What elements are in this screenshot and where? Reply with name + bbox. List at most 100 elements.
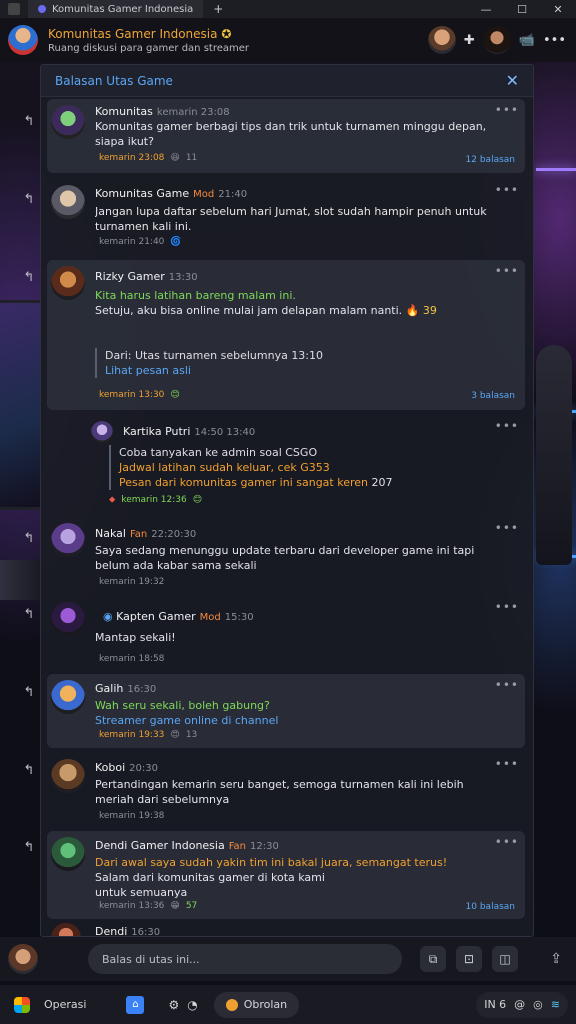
- settings-icon[interactable]: ⚙: [168, 998, 179, 1012]
- message-item[interactable]: Kartika Putri 14:50 13:40 Coba tanyakan k…: [47, 415, 525, 515]
- start-menu-icon[interactable]: [14, 996, 30, 1013]
- current-user-avatar[interactable]: [8, 944, 38, 974]
- quote-link[interactable]: Lihat pesan asli: [105, 363, 511, 378]
- reply-count[interactable]: 10 balasan: [466, 902, 515, 912]
- quote-line: Pesan dari komunitas gamer ini sangat ke…: [119, 475, 511, 490]
- message-item[interactable]: Nakal Fan 22:20:30 Saya sedang menunggu up…: [47, 517, 525, 593]
- reaction-emoji-icon[interactable]: 🌀: [170, 237, 181, 247]
- new-tab-button[interactable]: +: [213, 2, 223, 16]
- window-tab[interactable]: Komunitas Gamer Indonesia: [28, 0, 204, 18]
- sticker-icon[interactable]: ◫: [492, 946, 518, 972]
- video-call-icon[interactable]: 📹: [519, 33, 535, 48]
- message-item[interactable]: Galih 16:30 Wah seru sekali, boleh gabung…: [47, 674, 525, 748]
- message-line: Pertandingan kemarin seru banget, semoga…: [95, 778, 464, 791]
- message-item[interactable]: Dendi Gamer Indonesia Fan 12:30 Dari awal …: [47, 831, 525, 919]
- reply-count[interactable]: 12 balasan: [466, 155, 515, 165]
- reply-arrow-icon[interactable]: ↰: [18, 114, 40, 136]
- user-avatar[interactable]: [51, 759, 85, 793]
- volume-icon[interactable]: ◎: [533, 998, 543, 1011]
- reply-arrow-icon[interactable]: ↰: [18, 607, 40, 629]
- message-more-icon[interactable]: •••: [495, 183, 519, 197]
- group-avatar[interactable]: [8, 25, 38, 55]
- gif-icon[interactable]: ⊡: [456, 946, 482, 972]
- close-window-button[interactable]: ✕: [540, 3, 576, 16]
- user-avatar[interactable]: [51, 523, 85, 557]
- quoted-message[interactable]: Coba tanyakan ke admin soal CSGO Jadwal …: [109, 445, 511, 490]
- user-avatar[interactable]: [51, 837, 85, 871]
- user-avatar[interactable]: [51, 185, 85, 219]
- message-composer: Balas di utas ini... ⧉ ⊡ ◫ ⇪: [0, 937, 576, 981]
- maximize-button[interactable]: ☐: [504, 3, 540, 16]
- attach-icon[interactable]: ⧉: [420, 946, 446, 972]
- reply-arrow-icon[interactable]: ↰: [18, 192, 40, 214]
- author-name: Rizky Gamer: [95, 270, 165, 283]
- reaction-emoji-icon[interactable]: 😁: [170, 901, 179, 911]
- system-tray[interactable]: IN 6 @ ◎ ≋: [476, 991, 568, 1018]
- reply-arrow-icon[interactable]: ↰: [18, 270, 40, 292]
- more-options-icon[interactable]: •••: [543, 33, 566, 48]
- message-more-icon[interactable]: •••: [495, 600, 519, 614]
- user-avatar[interactable]: [51, 602, 85, 636]
- quote-line: Coba tanyakan ke admin soal CSGO: [119, 446, 318, 459]
- author-name: Galih: [95, 682, 124, 695]
- chat-app-taskbar-button[interactable]: Obrolan: [213, 991, 300, 1018]
- reply-arrow-icon[interactable]: ↰: [18, 763, 40, 785]
- reply-count[interactable]: 3 balasan: [471, 391, 515, 401]
- quoted-message[interactable]: Dari: Utas turnamen sebelumnya 13:10 Lih…: [95, 348, 511, 378]
- message-more-icon[interactable]: •••: [495, 757, 519, 771]
- reaction-count: 11: [185, 153, 198, 163]
- author-name: Nakal: [95, 527, 126, 540]
- reply-arrow-icon[interactable]: ↰: [18, 531, 40, 553]
- os-taskbar: Operasi ⌂ ⚙ ◔ Obrolan IN 6 @ ◎ ≋: [0, 985, 576, 1024]
- reply-input[interactable]: Balas di utas ini...: [88, 944, 402, 974]
- notification-icon[interactable]: @: [514, 998, 525, 1011]
- home-app-icon[interactable]: ⌂: [126, 995, 145, 1014]
- message-time: 12:30: [250, 841, 279, 852]
- reaction-count: 13: [185, 730, 198, 740]
- message-more-icon[interactable]: •••: [495, 264, 519, 278]
- message-item[interactable]: Komunitas kemarin 23:08 Komunitas gamer b…: [47, 99, 525, 173]
- reaction-emoji-icon[interactable]: 😊: [193, 495, 202, 505]
- background-neon-strip: [536, 168, 576, 171]
- message-item[interactable]: Dendi 16:30: [47, 923, 525, 936]
- member-avatar[interactable]: [482, 26, 511, 54]
- message-item[interactable]: Koboi 20:30 Pertandingan kemarin seru ban…: [47, 753, 525, 829]
- message-more-icon[interactable]: •••: [495, 835, 519, 849]
- taskbar-label[interactable]: Operasi: [44, 998, 86, 1011]
- message-author: Rizky Gamer 13:30: [95, 270, 198, 283]
- reaction-emoji-icon[interactable]: 😍: [170, 730, 179, 740]
- message-time: 13:30: [168, 272, 198, 283]
- member-avatar[interactable]: [427, 26, 456, 54]
- message-author: Koboi 20:30: [95, 761, 158, 774]
- user-avatar[interactable]: [51, 105, 85, 139]
- minimize-button[interactable]: —: [468, 3, 504, 16]
- wifi-icon[interactable]: ≋: [551, 998, 560, 1011]
- close-thread-icon[interactable]: ✕: [506, 71, 519, 90]
- add-member-icon[interactable]: ✚: [464, 33, 475, 48]
- reply-arrow-icon[interactable]: ↰: [18, 685, 40, 707]
- message-item[interactable]: Komunitas Game Mod 21:40 Jangan lupa dafta…: [47, 179, 525, 251]
- message-more-icon[interactable]: •••: [495, 103, 519, 117]
- user-avatar[interactable]: [51, 923, 81, 936]
- user-avatar[interactable]: [91, 421, 113, 443]
- reaction-emoji-icon[interactable]: 😊: [170, 390, 179, 400]
- clock-icon[interactable]: ◔: [187, 998, 197, 1012]
- upload-icon[interactable]: ⇪: [550, 951, 562, 967]
- message-line: Setuju, aku bisa online mulai jam delapa…: [95, 303, 513, 318]
- author-role-badge: Mod: [199, 612, 221, 623]
- user-avatar[interactable]: [51, 680, 85, 714]
- reaction-emoji-icon[interactable]: 😆: [170, 153, 179, 163]
- user-avatar[interactable]: [51, 266, 85, 300]
- message-line-link[interactable]: Streamer game online di channel: [95, 713, 513, 728]
- message-line: Jangan lupa daftar sebelum hari Jumat, s…: [95, 205, 487, 218]
- message-item[interactable]: Rizky Gamer 13:30 Kita harus latihan bare…: [47, 260, 525, 410]
- message-body: Dari awal saya sudah yakin tim ini bakal…: [95, 855, 513, 900]
- message-more-icon[interactable]: •••: [495, 419, 519, 433]
- message-item[interactable]: ◉ Kapten Gamer Mod 15:30 Mantap sekali! ke…: [47, 596, 525, 670]
- message-more-icon[interactable]: •••: [495, 678, 519, 692]
- message-body: Mantap sekali!: [95, 630, 513, 645]
- message-line: siapa ikut?: [95, 135, 154, 148]
- message-more-icon[interactable]: •••: [495, 521, 519, 535]
- reply-arrow-icon[interactable]: ↰: [18, 840, 40, 862]
- reply-input-placeholder: Balas di utas ini...: [102, 952, 200, 966]
